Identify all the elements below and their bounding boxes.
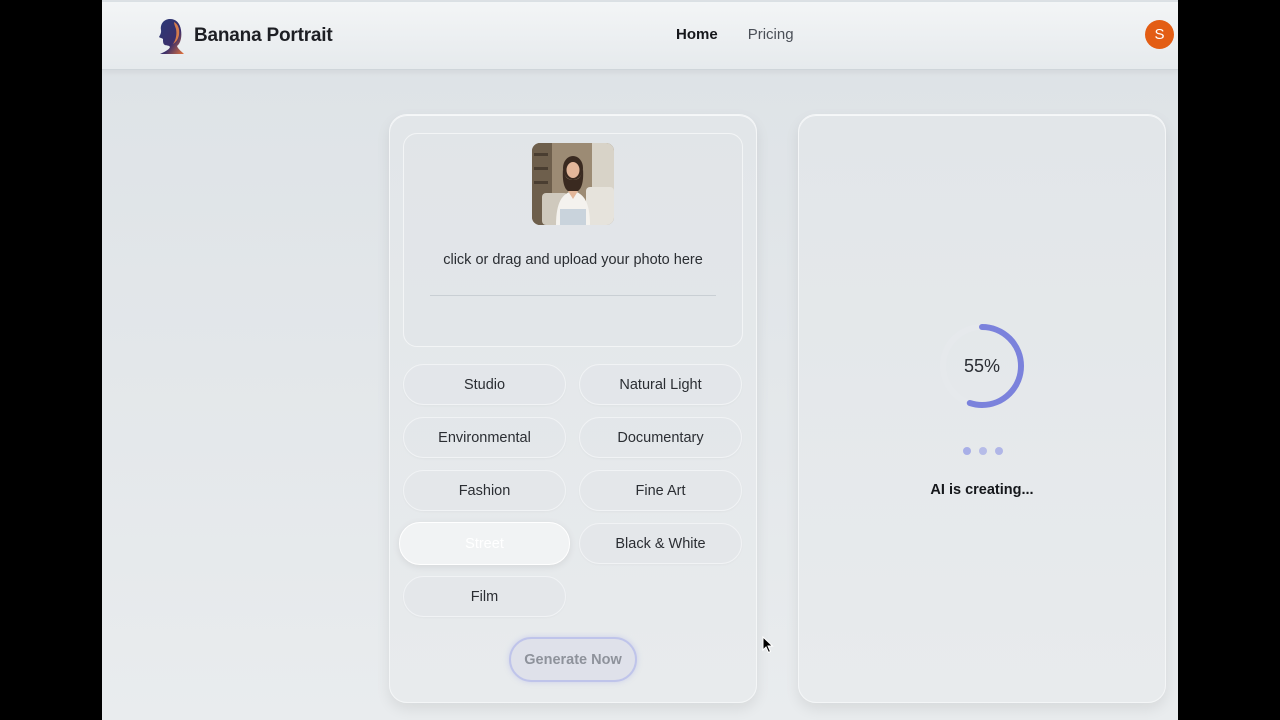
nav-home[interactable]: Home (676, 26, 718, 43)
brand-name: Banana Portrait (194, 25, 333, 46)
mouse-cursor-icon (762, 636, 774, 654)
style-street[interactable]: Street (399, 522, 570, 565)
brand[interactable]: Banana Portrait (154, 16, 333, 56)
style-environmental[interactable]: Environmental (403, 417, 566, 458)
portrait-photo-image (532, 143, 614, 225)
top-header: Banana Portrait Home Pricing S (102, 2, 1178, 70)
loading-dots (963, 447, 1011, 455)
style-documentary[interactable]: Documentary (579, 417, 742, 458)
main-nav: Home Pricing (676, 26, 824, 43)
uploaded-photo-thumbnail (532, 143, 614, 225)
loading-dot (979, 447, 987, 455)
user-avatar[interactable]: S (1145, 20, 1174, 49)
style-studio[interactable]: Studio (403, 364, 566, 405)
generator-panel: click or drag and upload your photo here… (389, 114, 757, 703)
loading-dot (995, 447, 1003, 455)
style-fashion[interactable]: Fashion (403, 470, 566, 511)
style-black-white[interactable]: Black & White (579, 523, 742, 564)
app-viewport: Banana Portrait Home Pricing S click or … (102, 0, 1178, 720)
result-panel: 55% AI is creating... (798, 114, 1166, 703)
progress-percent: 55% (963, 355, 1001, 376)
style-fine-art[interactable]: Fine Art (579, 470, 742, 511)
portrait-logo-icon (159, 19, 184, 54)
loading-dot (963, 447, 971, 455)
progress-status: AI is creating... (930, 482, 1034, 498)
generate-now-button[interactable]: Generate Now (509, 637, 637, 682)
style-film[interactable]: Film (403, 576, 566, 617)
upload-instruction: click or drag and upload your photo here (443, 252, 703, 268)
style-natural-light[interactable]: Natural Light (579, 364, 742, 405)
upload-divider (430, 295, 716, 296)
nav-pricing[interactable]: Pricing (748, 26, 794, 43)
photo-upload-dropzone[interactable]: click or drag and upload your photo here (403, 133, 743, 347)
